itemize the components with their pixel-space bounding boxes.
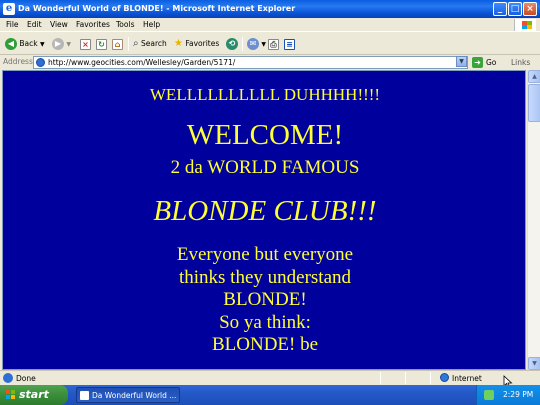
system-tray: 2:29 PM [476,385,540,405]
page-icon [36,58,45,67]
go-arrow-icon[interactable]: ➜ [472,57,483,68]
heading-welcome: WELCOME! [186,119,344,151]
intro-line: thinks they understand [178,266,352,288]
ie-icon [80,391,89,400]
stop-button[interactable]: × [80,36,91,52]
edit-page-icon: ≡ [284,38,295,50]
chevron-down-icon: ▼ [66,41,72,48]
back-arrow-icon: ◀ [5,38,17,50]
search-icon: ⌕ [133,38,139,49]
close-button[interactable]: × [523,2,537,16]
search-label: Search [141,39,167,48]
back-label: Back [19,39,38,48]
chevron-down-icon: ▼ [261,41,267,48]
heading-duh: WELLLLLLLLLL DUHHHH!!!! [149,85,381,104]
menu-edit[interactable]: Edit [27,19,42,31]
windows-flag-icon [6,390,16,400]
windows-logo-icon [514,19,536,31]
clock[interactable]: 2:29 PM [503,389,533,401]
home-icon: ⌂ [112,38,123,50]
star-icon: ★ [174,38,183,49]
stop-icon: × [80,38,91,50]
status-divider [430,372,431,384]
taskbar-item-browser[interactable]: Da Wonderful World ... [76,387,180,403]
title-bar[interactable]: e Da Wonderful World of BLONDE! - Micros… [0,0,540,18]
history-icon: ⟲ [226,38,238,50]
edit-button[interactable]: ≡ [284,36,295,52]
window-title: Da Wonderful World of BLONDE! - Microsof… [18,4,296,13]
favorites-button[interactable]: ★ Favorites [174,36,219,52]
taskbar: start Da Wonderful World ... 2:29 PM [0,385,540,405]
menu-bar: File Edit View Favorites Tools Help [0,18,540,32]
forward-button[interactable]: ▶ ▼ [52,36,71,52]
intro-line: Everyone but everyone [176,244,354,265]
menu-file[interactable]: File [6,19,19,31]
address-bar: Address http://www.geocities.com/Wellesl… [0,55,540,70]
intro-text: Everyone but everyone thinks they unders… [3,244,525,357]
chevron-down-icon: ▼ [40,41,45,48]
page-viewport: WELLLLLLLLLL DUHHHH!!!! WELCOME! 2 da WO… [2,70,526,370]
scroll-down-button[interactable]: ▼ [528,357,540,370]
toolbar: ◀ Back ▼ ▶ ▼ × ↻ ⌂ ⌕ Search ★ Favorites … [0,33,540,55]
intro-line: BLONDE! [223,289,307,310]
ie-icon: e [3,3,15,15]
status-divider [380,372,381,384]
links-button[interactable]: Links [511,57,530,68]
print-button[interactable]: ⎙ [268,36,279,52]
search-button[interactable]: ⌕ Search [133,36,167,52]
refresh-icon: ↻ [96,38,107,50]
print-icon: ⎙ [268,38,279,50]
page-done-icon [3,373,13,383]
maximize-button[interactable]: □ [508,2,522,16]
toolbar-divider [128,37,129,51]
minimize-button[interactable]: _ [493,2,507,16]
back-button[interactable]: ◀ Back ▼ [5,36,45,52]
start-label: start [19,388,49,401]
scroll-up-button[interactable]: ▲ [528,70,540,83]
address-input[interactable]: http://www.geocities.com/Wellesley/Garde… [33,56,468,69]
subheading-world-famous: 2 da WORLD FAMOUS [170,157,360,178]
status-bar: Done Internet [0,370,540,385]
heading-blonde-club: BLONDE CLUB!!! [153,195,377,227]
forward-arrow-icon: ▶ [52,38,64,50]
vertical-scrollbar[interactable]: ▲ ▼ [527,70,540,370]
favorites-label: Favorites [185,39,220,48]
internet-zone-icon [440,373,449,382]
intro-line: So ya think: [219,311,311,333]
start-button[interactable]: start [0,385,68,405]
network-icon[interactable] [484,390,494,400]
home-button[interactable]: ⌂ [112,36,123,52]
mail-button[interactable]: ✉ ▼ [247,36,266,52]
scroll-thumb[interactable] [528,84,540,122]
url-text: http://www.geocities.com/Wellesley/Garde… [48,58,236,67]
taskbar-item-label: Da Wonderful World ... [92,391,177,400]
menu-view[interactable]: View [50,19,68,31]
refresh-button[interactable]: ↻ [96,36,107,52]
address-dropdown-button[interactable]: ▼ [456,56,467,67]
status-text: Done [16,374,36,383]
status-divider [405,372,406,384]
intro-line: BLONDE! be [211,334,319,355]
toolbar-divider [242,37,243,51]
menu-favorites[interactable]: Favorites [76,19,110,31]
go-button[interactable]: Go [486,57,496,68]
menu-help[interactable]: Help [143,19,160,31]
history-button[interactable]: ⟲ [226,36,238,52]
zone-text: Internet [452,374,482,383]
mail-icon: ✉ [247,38,259,50]
address-label: Address [3,57,33,66]
menu-tools[interactable]: Tools [116,19,134,31]
